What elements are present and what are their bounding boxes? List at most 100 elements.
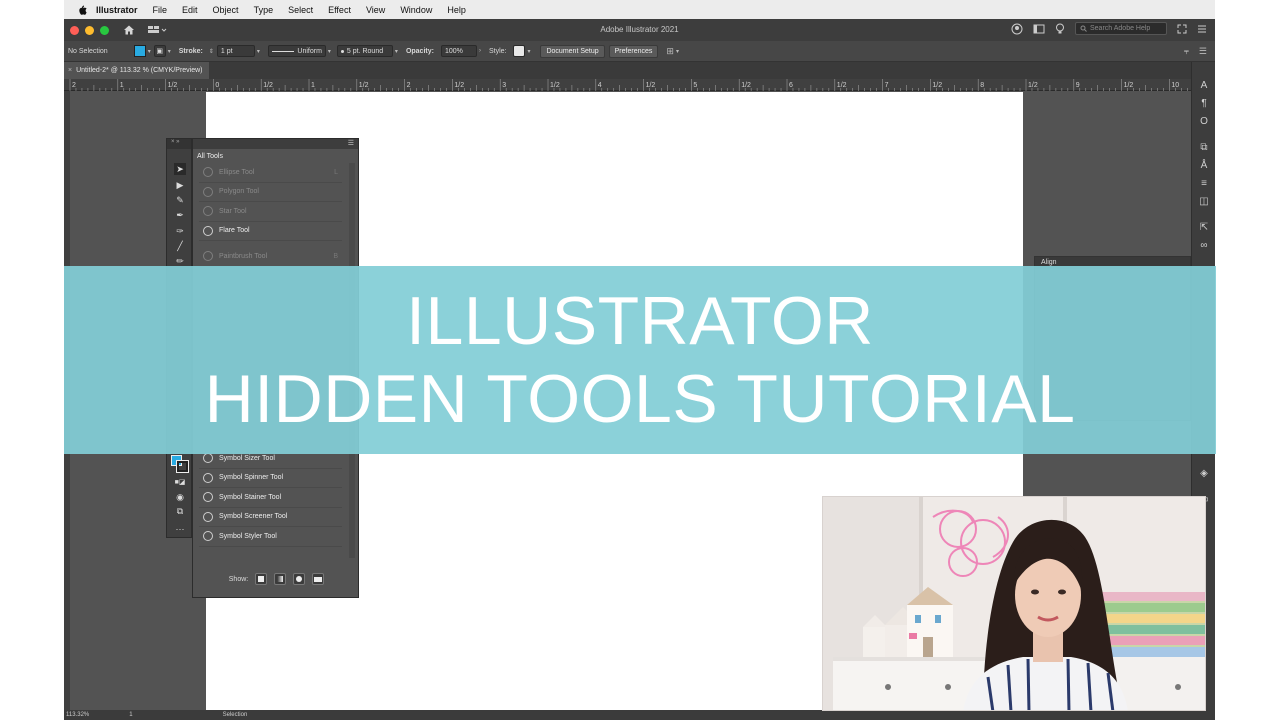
- lightbulb-icon[interactable]: [1055, 23, 1065, 35]
- control-bar: No Selection ▾ ▣ ▾ Stroke: ⇕ 1 pt ▾ Unif…: [64, 41, 1215, 62]
- menu-select[interactable]: Select: [288, 5, 313, 15]
- banner-line-2: HIDDEN TOOLS TUTORIAL: [204, 361, 1076, 437]
- all-tools-header-bar: ☰: [193, 139, 358, 149]
- tool-item-symbol-spinner[interactable]: Symbol Spinner Tool: [199, 469, 342, 488]
- arrange-icon[interactable]: ⊞: [666, 46, 674, 57]
- menu-file[interactable]: File: [153, 5, 168, 15]
- pen-tool-icon[interactable]: ✒: [174, 209, 186, 221]
- pathfinder-icon[interactable]: ◫: [1198, 196, 1210, 208]
- document-setup-button[interactable]: Document Setup: [540, 44, 605, 58]
- opentype-icon[interactable]: O: [1198, 116, 1210, 128]
- tool-item-symbol-styler[interactable]: Symbol Styler Tool: [199, 527, 342, 547]
- account-icon[interactable]: [1011, 23, 1023, 35]
- show-overlap-toggle[interactable]: [293, 573, 306, 585]
- links-icon[interactable]: ∞: [1198, 240, 1210, 252]
- ruler-label: 6: [789, 82, 793, 89]
- chevron-down-icon[interactable]: ▾: [168, 48, 171, 55]
- horizontal-ruler[interactable]: 2 1 1/2 0 1/2 1 1/2 2 1/2 3 1/2 4 1/2 5 1/2 6 1/2 7 1/2 8 1/…: [64, 79, 1191, 91]
- chevron-down-icon[interactable]: ▾: [257, 48, 260, 55]
- workspace-switcher-icon[interactable]: [147, 25, 167, 35]
- expand-icon[interactable]: [1177, 24, 1187, 34]
- transform-icon[interactable]: ⧉: [1198, 142, 1210, 154]
- menu-effect[interactable]: Effect: [328, 5, 351, 15]
- fill-color-swatch[interactable]: [133, 45, 146, 57]
- menu-illustrator[interactable]: Illustrator: [96, 5, 138, 15]
- panel-menu-icon[interactable]: ☰: [348, 139, 354, 147]
- align-options-icon[interactable]: ⫧: [1184, 46, 1189, 57]
- stepper-icon[interactable]: ⇕: [209, 48, 214, 55]
- glyphs-icon[interactable]: Å: [1198, 160, 1210, 172]
- screen-mode-icon[interactable]: ⧉: [174, 505, 186, 517]
- ruler-ticks: 2 1 1/2 0 1/2 1 1/2 2 1/2 3 1/2 4 1/2 5 1/2 6 1/2 7 1/2 8 1/…: [69, 79, 1188, 91]
- menu-edit[interactable]: Edit: [182, 5, 198, 15]
- magic-wand-tool-icon[interactable]: ✎: [174, 194, 186, 206]
- all-tools-title: All Tools: [197, 153, 223, 160]
- character-icon[interactable]: A: [1198, 80, 1210, 92]
- brush-definition[interactable]: 5 pt. Round: [336, 45, 393, 57]
- line-tool-icon[interactable]: ╱: [174, 240, 186, 252]
- apple-icon[interactable]: [76, 4, 88, 16]
- close-tab-icon[interactable]: ×: [68, 67, 72, 79]
- ruler-label: 1/2: [1028, 82, 1038, 89]
- stroke-weight-field[interactable]: 1 pt: [216, 45, 255, 57]
- menu-object[interactable]: Object: [213, 5, 239, 15]
- curvature-tool-icon[interactable]: ✑: [174, 225, 186, 237]
- tool-item-flare[interactable]: Flare Tool: [199, 222, 342, 241]
- show-screen-toggle[interactable]: [312, 573, 325, 585]
- selection-tool-icon[interactable]: ➤: [174, 163, 186, 175]
- draw-mode-icon[interactable]: ◉: [174, 491, 186, 503]
- symbol-styler-icon: [203, 531, 213, 542]
- chevron-down-icon[interactable]: ▾: [328, 48, 331, 55]
- minimize-window-button[interactable]: [85, 25, 94, 35]
- ruler-label: 3: [502, 82, 506, 89]
- tool-item-symbol-screener[interactable]: Symbol Screener Tool: [199, 508, 342, 527]
- variable-width-profile[interactable]: Uniform: [267, 45, 326, 57]
- zoom-window-button[interactable]: [100, 25, 109, 35]
- document-tab-bar: × Untitled-2* @ 113.32 % (CMYK/Preview): [64, 62, 1191, 79]
- document-tab[interactable]: × Untitled-2* @ 113.32 % (CMYK/Preview): [64, 62, 209, 79]
- menu-help[interactable]: Help: [447, 5, 466, 15]
- show-tools-toggle[interactable]: [255, 573, 268, 585]
- opacity-field[interactable]: 100%: [440, 45, 477, 57]
- menu-window[interactable]: Window: [400, 5, 432, 15]
- tool-label: Paintbrush Tool: [219, 252, 268, 260]
- arrange-documents-icon[interactable]: [1033, 23, 1045, 35]
- stroke-color-swatch[interactable]: ▣: [153, 45, 166, 57]
- close-window-button[interactable]: [70, 25, 79, 35]
- chevron-down-icon[interactable]: ▾: [527, 48, 530, 55]
- toolbar-collapse[interactable]: × »: [167, 139, 191, 149]
- direct-selection-tool-icon[interactable]: ▶: [174, 179, 186, 191]
- chevron-down-icon[interactable]: ▾: [148, 48, 151, 55]
- color-mode-icon[interactable]: ■◪: [174, 477, 186, 489]
- home-icon[interactable]: [123, 24, 135, 36]
- graphic-style-swatch[interactable]: [513, 45, 526, 57]
- stroke-swatch[interactable]: [176, 460, 189, 473]
- export-icon[interactable]: ⇱: [1198, 222, 1210, 234]
- more-tools-icon[interactable]: ···: [174, 523, 186, 535]
- menu-type[interactable]: Type: [254, 5, 274, 15]
- show-gradient-toggle[interactable]: [274, 573, 287, 585]
- zoom-level[interactable]: 113.32%: [66, 712, 89, 718]
- panel-menu-icon[interactable]: [1197, 24, 1207, 34]
- tool-list-lower: Symbol Sizer Tool Symbol Spinner Tool Sy…: [199, 449, 342, 547]
- paintbrush-tool-icon: [203, 251, 213, 262]
- menu-view[interactable]: View: [366, 5, 385, 15]
- help-search-input[interactable]: Search Adobe Help: [1075, 22, 1167, 35]
- paragraph-icon[interactable]: ¶: [1198, 98, 1210, 110]
- ruler-label: 1/2: [550, 82, 560, 89]
- preferences-button[interactable]: Preferences: [608, 44, 659, 58]
- layers-icon[interactable]: ◈: [1198, 468, 1210, 480]
- tool-item-star[interactable]: Star Tool: [199, 202, 342, 222]
- tool-item-ellipse[interactable]: Ellipse Tool L: [199, 163, 342, 183]
- chevron-down-icon[interactable]: ▾: [676, 48, 679, 55]
- brush-label: 5 pt. Round: [346, 47, 384, 55]
- chevron-down-icon[interactable]: ▾: [395, 48, 398, 55]
- ruler-label: 5: [693, 82, 697, 89]
- menu-icon[interactable]: ☰: [1199, 46, 1207, 57]
- tool-item-paintbrush[interactable]: Paintbrush Tool B: [199, 247, 342, 267]
- tool-item-polygon[interactable]: Polygon Tool: [199, 183, 342, 202]
- artboard-number[interactable]: 1: [129, 712, 132, 718]
- chevron-right-icon[interactable]: ›: [479, 48, 481, 54]
- tool-item-symbol-stainer[interactable]: Symbol Stainer Tool: [199, 488, 342, 508]
- align-icon[interactable]: ≡: [1198, 178, 1210, 190]
